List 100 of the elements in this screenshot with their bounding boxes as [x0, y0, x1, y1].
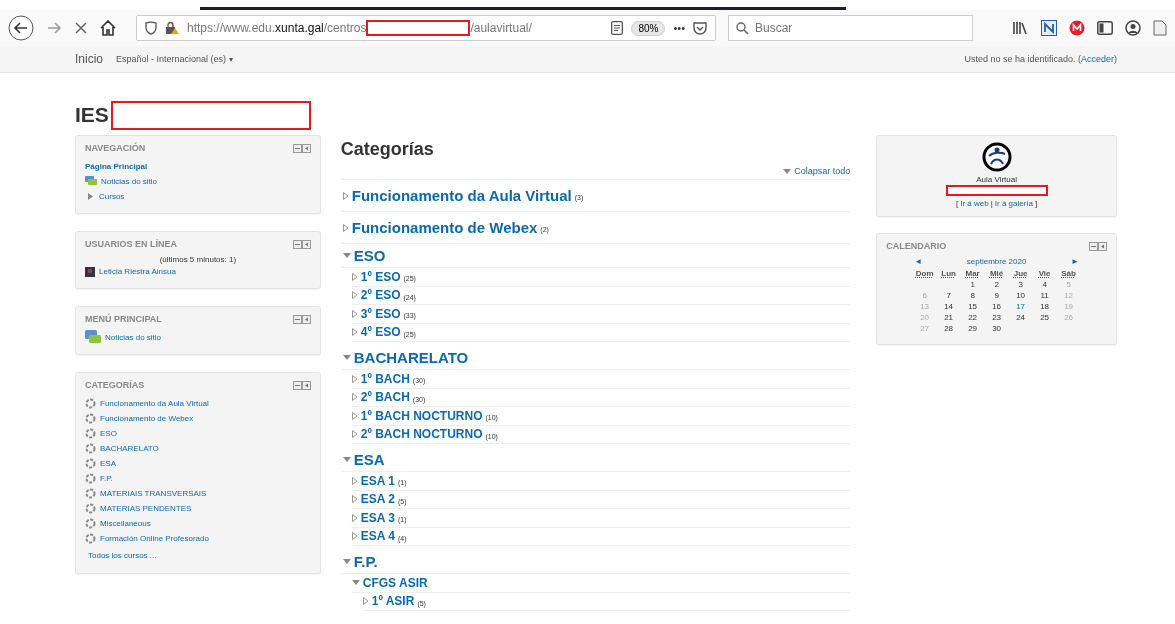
- block-controls-icon[interactable]: [292, 380, 311, 390]
- category-link[interactable]: 1º ESO: [360, 269, 401, 284]
- category-link[interactable]: 4º ESO: [360, 325, 401, 340]
- website-link[interactable]: Ir á web: [960, 199, 989, 208]
- category-link[interactable]: ESA 1: [360, 473, 395, 488]
- block-controls-icon[interactable]: [292, 239, 311, 249]
- collapsed-caret-icon[interactable]: [362, 597, 369, 606]
- collapsed-caret-icon[interactable]: [342, 223, 349, 232]
- collapsed-caret-icon[interactable]: [342, 191, 349, 200]
- expanded-caret-icon[interactable]: [342, 558, 351, 565]
- category-link[interactable]: ESA 2: [360, 492, 395, 507]
- block-link[interactable]: Leticia Riestra Ainsua: [99, 267, 176, 276]
- collapsed-caret-icon[interactable]: [351, 374, 358, 383]
- block-link[interactable]: MATERIAS PENDENTES: [100, 504, 192, 513]
- calendar-day[interactable]: 16: [984, 302, 1009, 311]
- calendar-day[interactable]: 28: [936, 324, 961, 333]
- calendar-day[interactable]: 3: [1008, 280, 1033, 289]
- block-link[interactable]: Página Principal: [85, 162, 148, 171]
- category-link[interactable]: Funcionamento da Aula Virtual: [351, 187, 572, 204]
- block-controls-icon[interactable]: [292, 314, 311, 324]
- category-link[interactable]: Funcionamento de Webex: [351, 219, 538, 236]
- back-icon[interactable]: [8, 15, 34, 41]
- block-link[interactable]: ESO: [100, 429, 117, 438]
- category-link[interactable]: 2º ESO: [360, 288, 401, 303]
- gallery-link[interactable]: Ir á galería: [994, 199, 1033, 208]
- collapsed-caret-icon[interactable]: [351, 430, 358, 439]
- month-link[interactable]: septiembre 2020: [966, 257, 1027, 266]
- calendar-day[interactable]: 30: [984, 324, 1009, 333]
- extension-icon[interactable]: [1069, 20, 1085, 36]
- block-link[interactable]: F.P.: [100, 474, 113, 483]
- library-icon[interactable]: [1013, 21, 1029, 35]
- account-icon[interactable]: [1125, 20, 1141, 36]
- calendar-day[interactable]: 22: [960, 313, 985, 322]
- calendar-day[interactable]: 29: [960, 324, 985, 333]
- close-icon[interactable]: [74, 21, 88, 35]
- document-icon[interactable]: [1153, 20, 1167, 36]
- expanded-caret-icon[interactable]: [342, 252, 351, 259]
- category-link[interactable]: ESA 3: [360, 510, 395, 525]
- calendar-day[interactable]: 8: [960, 291, 985, 300]
- collapsed-caret-icon[interactable]: [351, 328, 358, 337]
- category-link[interactable]: 2º BACH NOCTURNO: [360, 427, 483, 442]
- collapsed-caret-icon[interactable]: [351, 476, 358, 485]
- all-courses-link[interactable]: Todos los cursos ...: [85, 546, 311, 564]
- expanded-caret-icon[interactable]: [351, 579, 360, 586]
- previous-month-button[interactable]: ◄: [914, 257, 923, 266]
- shield-icon[interactable]: [145, 21, 157, 35]
- expanded-caret-icon[interactable]: [342, 456, 351, 463]
- category-link[interactable]: 3º ESO: [360, 306, 401, 321]
- calendar-day[interactable]: 1: [960, 280, 985, 289]
- lock-warning-icon[interactable]: [165, 21, 179, 35]
- home-icon[interactable]: [100, 20, 116, 36]
- block-link[interactable]: BACHARELATO: [100, 444, 159, 453]
- search-field[interactable]: Buscar: [728, 15, 973, 41]
- calendar-day[interactable]: 11: [1032, 291, 1057, 300]
- pocket-icon[interactable]: [693, 21, 707, 35]
- calendar-day[interactable]: 10: [1008, 291, 1033, 300]
- collapsed-caret-icon[interactable]: [351, 532, 358, 541]
- home-link[interactable]: Inicio: [75, 52, 103, 66]
- calendar-day[interactable]: 15: [960, 302, 985, 311]
- block-link[interactable]: Funcionamento da Aula Virtual: [100, 399, 209, 408]
- block-link[interactable]: Noticias do sitio: [101, 177, 158, 186]
- forward-icon[interactable]: [46, 20, 62, 36]
- block-controls-icon[interactable]: [1089, 241, 1107, 251]
- address-bar[interactable]: https://www.edu.xunta.gal/centros /aulavirtual/ 80% •••: [136, 15, 716, 41]
- category-link[interactable]: BACHARELATO: [353, 349, 469, 366]
- category-link[interactable]: ESA: [353, 451, 385, 468]
- category-link[interactable]: 1º BACH NOCTURNO: [360, 408, 483, 423]
- block-link[interactable]: ESA: [100, 459, 116, 468]
- block-link[interactable]: Noticias do sitio: [105, 333, 162, 342]
- calendar-day[interactable]: 2: [984, 280, 1009, 289]
- category-link[interactable]: ESA 4: [360, 529, 395, 544]
- calendar-day[interactable]: 23: [984, 313, 1009, 322]
- page-actions-menu[interactable]: •••: [673, 22, 685, 34]
- next-month-button[interactable]: ►: [1071, 257, 1079, 266]
- block-link[interactable]: Miscellaneous: [100, 519, 151, 528]
- calendar-day[interactable]: 14: [936, 302, 961, 311]
- category-link[interactable]: CFGS ASIR: [362, 575, 428, 590]
- calendar-day[interactable]: 18: [1032, 302, 1057, 311]
- category-link[interactable]: 1º ASIR: [371, 594, 415, 609]
- calendar-day[interactable]: 17: [1008, 302, 1033, 311]
- category-link[interactable]: 1º BACH: [360, 371, 410, 386]
- collapsed-caret-icon[interactable]: [351, 272, 358, 281]
- expanded-caret-icon[interactable]: [342, 354, 351, 361]
- block-controls-icon[interactable]: [292, 143, 311, 153]
- block-link[interactable]: Formación Online Profesorado: [100, 534, 209, 543]
- category-link[interactable]: ESO: [353, 247, 386, 264]
- sidebar-icon[interactable]: [1097, 21, 1113, 35]
- block-link[interactable]: Funcionamento de Webex: [100, 414, 194, 423]
- calendar-day[interactable]: 21: [936, 313, 961, 322]
- calendar-day[interactable]: 25: [1032, 313, 1057, 322]
- calendar-day[interactable]: 9: [984, 291, 1009, 300]
- reader-view-icon[interactable]: [611, 21, 624, 35]
- block-link[interactable]: MATERIAIS TRANSVERSAIS: [100, 489, 207, 498]
- collapse-all-link[interactable]: Colapsar todo: [783, 166, 851, 176]
- calendar-day[interactable]: 24: [1008, 313, 1033, 322]
- zoom-badge[interactable]: 80%: [631, 20, 666, 36]
- category-link[interactable]: 2º BACH: [360, 390, 410, 405]
- category-link[interactable]: F.P.: [353, 553, 378, 570]
- collapsed-caret-icon[interactable]: [88, 193, 93, 200]
- extension-icon[interactable]: [1041, 20, 1057, 36]
